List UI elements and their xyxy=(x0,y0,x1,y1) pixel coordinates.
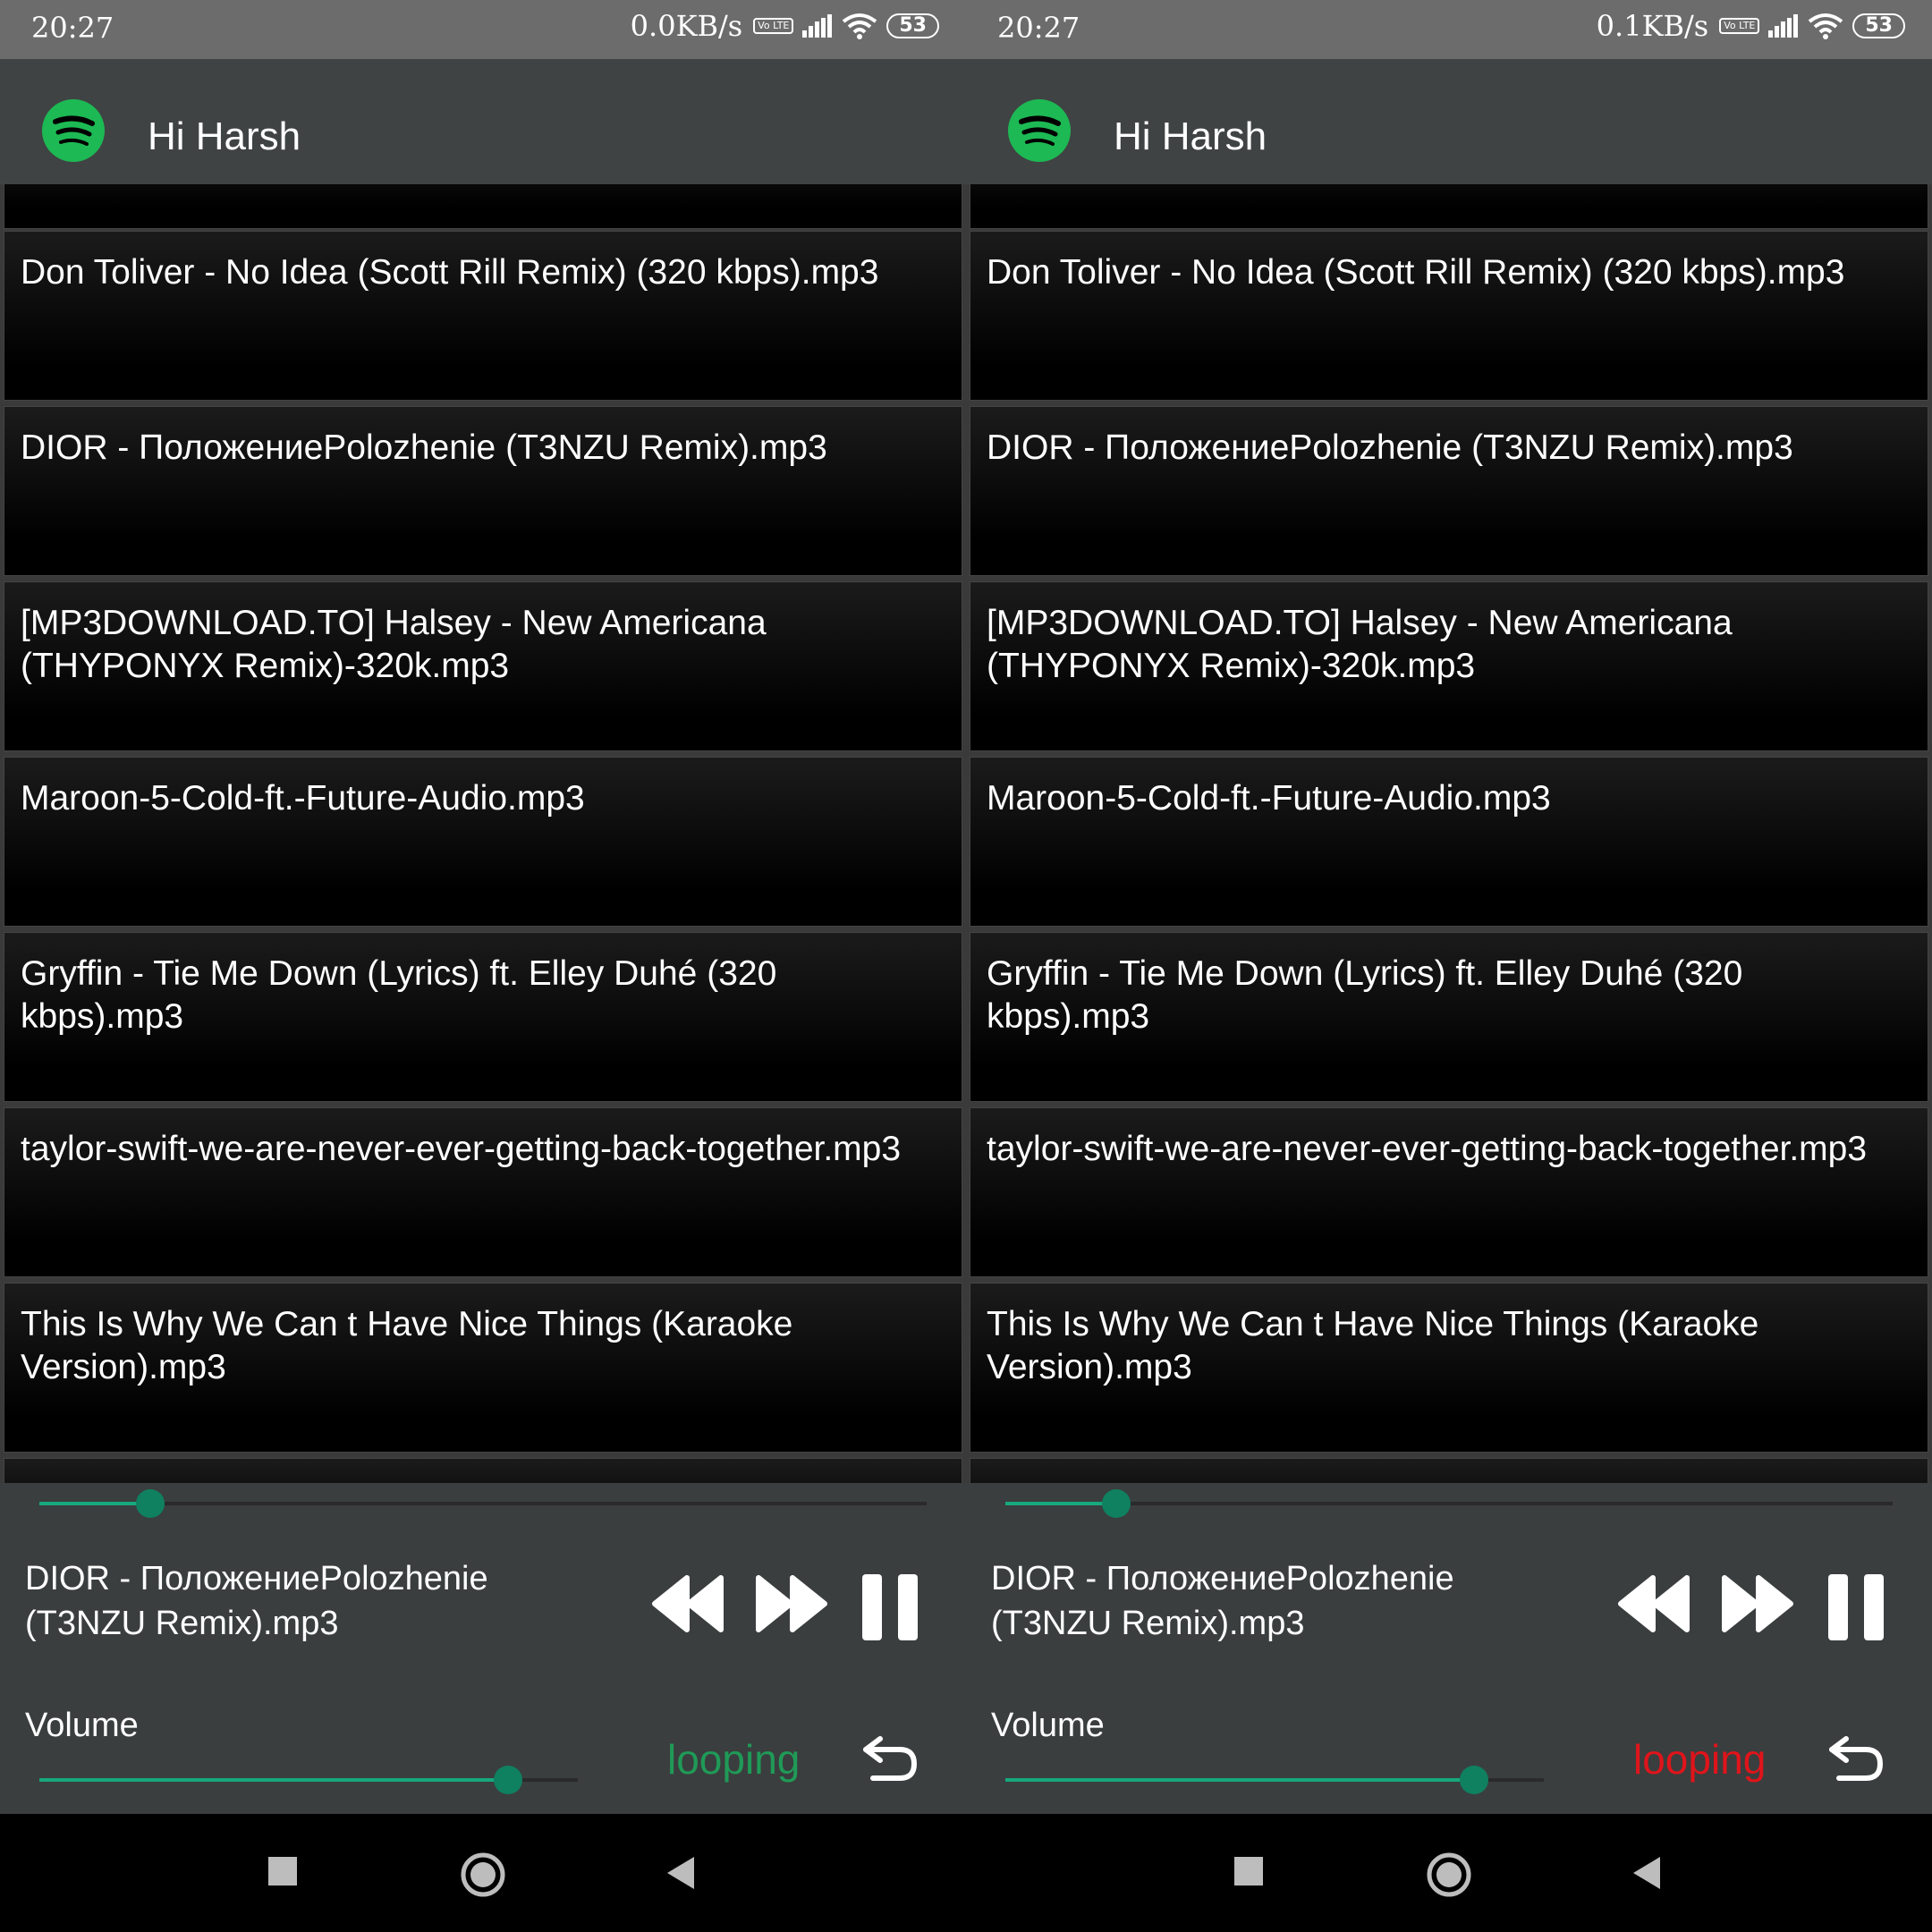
rewind-icon[interactable] xyxy=(649,1572,726,1635)
now-playing-title: DIOR - ПоложениеPolozhenie (T3NZU Remix)… xyxy=(991,1560,1454,1642)
song-item[interactable]: DIOR - ПоложениеPolozhenie (T3NZU Remix)… xyxy=(4,406,962,576)
song-item[interactable] xyxy=(970,184,1928,229)
song-title: DIOR - ПоложениеPolozhenie (T3NZU Remix)… xyxy=(987,428,1793,467)
volte-icon: Vo LTE xyxy=(1719,18,1760,34)
app-bar: Hi Harsh xyxy=(966,59,1932,184)
seek-bar[interactable] xyxy=(39,1489,927,1518)
song-item[interactable]: taylor-swift-we-are-never-ever-getting-b… xyxy=(4,1107,962,1277)
loop-icon[interactable] xyxy=(860,1732,919,1785)
status-bar: 20:27 0.1KB/s Vo LTE 53 xyxy=(966,0,1932,59)
song-item[interactable]: Maroon-5-Cold-ft.-Future-Audio.mp3 xyxy=(4,757,962,927)
pause-icon[interactable] xyxy=(1826,1574,1885,1640)
song-item[interactable] xyxy=(970,1458,1928,1483)
song-title: Gryffin - Tie Me Down (Lyrics) ft. Elley… xyxy=(987,954,1743,1036)
nav-home-icon[interactable] xyxy=(1426,1852,1472,1898)
battery-indicator: 53 xyxy=(886,13,939,38)
seek-thumb[interactable] xyxy=(1102,1489,1131,1518)
song-item[interactable]: Gryffin - Tie Me Down (Lyrics) ft. Elley… xyxy=(970,932,1928,1102)
song-item[interactable]: Maroon-5-Cold-ft.-Future-Audio.mp3 xyxy=(970,757,1928,927)
song-item[interactable]: Gryffin - Tie Me Down (Lyrics) ft. Elley… xyxy=(4,932,962,1102)
song-title: Gryffin - Tie Me Down (Lyrics) ft. Elley… xyxy=(21,954,777,1036)
status-icons: 0.0KB/s Vo LTE 53 xyxy=(631,9,939,43)
spotify-logo-icon xyxy=(1008,99,1071,162)
nav-square-icon[interactable] xyxy=(1233,1855,1265,1887)
seek-progress xyxy=(39,1502,150,1505)
app-title: Hi Harsh xyxy=(1114,114,1267,158)
song-title: [MP3DOWNLOAD.TO] Halsey - New Americana … xyxy=(21,604,767,685)
song-title: Maroon-5-Cold-ft.-Future-Audio.mp3 xyxy=(21,779,585,818)
looping-label[interactable]: looping xyxy=(1633,1735,1766,1784)
volume-label: Volume xyxy=(25,1707,139,1744)
status-bar: 20:27 0.0KB/s Vo LTE 53 xyxy=(0,0,966,59)
song-title: DIOR - ПоложениеPolozhenie (T3NZU Remix)… xyxy=(21,428,827,467)
screen-right: 20:27 0.1KB/s Vo LTE 53 Hi Harsh Don Tol… xyxy=(966,0,1932,1932)
volume-thumb[interactable] xyxy=(1459,1766,1488,1794)
network-speed: 0.1KB/s xyxy=(1596,9,1709,43)
screen-left: 20:27 0.0KB/s Vo LTE 53 Hi Harsh Don Tol… xyxy=(0,0,966,1932)
volume-slider[interactable] xyxy=(1005,1766,1544,1794)
nav-square-icon[interactable] xyxy=(267,1855,299,1887)
player-panel: DIOR - ПоложениеPolozhenie (T3NZU Remix)… xyxy=(966,1483,1932,1814)
song-item[interactable]: taylor-swift-we-are-never-ever-getting-b… xyxy=(970,1107,1928,1277)
network-speed: 0.0KB/s xyxy=(630,9,743,43)
seek-bar[interactable] xyxy=(1005,1489,1893,1518)
volume-slider[interactable] xyxy=(39,1766,578,1794)
rewind-icon[interactable] xyxy=(1615,1572,1692,1635)
wifi-icon xyxy=(1809,13,1843,39)
song-title: Maroon-5-Cold-ft.-Future-Audio.mp3 xyxy=(987,779,1551,818)
song-title: taylor-swift-we-are-never-ever-getting-b… xyxy=(21,1130,902,1168)
app-bar: Hi Harsh xyxy=(0,59,966,184)
song-item[interactable] xyxy=(4,1458,962,1483)
now-playing-title: DIOR - ПоложениеPolozhenie (T3NZU Remix)… xyxy=(25,1560,488,1642)
song-item[interactable]: Don Toliver - No Idea (Scott Rill Remix)… xyxy=(4,231,962,401)
wifi-icon xyxy=(843,13,877,39)
song-title: taylor-swift-we-are-never-ever-getting-b… xyxy=(987,1130,1868,1168)
nav-back-icon[interactable] xyxy=(664,1855,696,1891)
signal-icon xyxy=(802,14,833,38)
volume-progress xyxy=(1005,1778,1474,1782)
signal-icon xyxy=(1768,14,1799,38)
pause-icon[interactable] xyxy=(860,1574,919,1640)
navigation-bar xyxy=(966,1814,1932,1932)
loop-icon[interactable] xyxy=(1826,1732,1885,1785)
player-panel: DIOR - ПоложениеPolozhenie (T3NZU Remix)… xyxy=(0,1483,966,1814)
battery-indicator: 53 xyxy=(1852,13,1905,38)
song-item[interactable]: [MP3DOWNLOAD.TO] Halsey - New Americana … xyxy=(4,581,962,751)
song-title: This Is Why We Can t Have Nice Things (K… xyxy=(21,1305,793,1386)
seek-thumb[interactable] xyxy=(136,1489,165,1518)
volte-icon: Vo LTE xyxy=(753,18,794,34)
song-item[interactable]: This Is Why We Can t Have Nice Things (K… xyxy=(4,1283,962,1453)
song-title: This Is Why We Can t Have Nice Things (K… xyxy=(987,1305,1759,1386)
nav-home-icon[interactable] xyxy=(460,1852,506,1898)
status-time: 20:27 xyxy=(31,11,114,45)
navigation-bar xyxy=(0,1814,966,1932)
app-title: Hi Harsh xyxy=(148,114,301,158)
volume-progress xyxy=(39,1778,508,1782)
song-list[interactable]: Don Toliver - No Idea (Scott Rill Remix)… xyxy=(0,184,966,1483)
song-list[interactable]: Don Toliver - No Idea (Scott Rill Remix)… xyxy=(966,184,1932,1483)
seek-progress xyxy=(1005,1502,1116,1505)
song-item[interactable]: [MP3DOWNLOAD.TO] Halsey - New Americana … xyxy=(970,581,1928,751)
volume-label: Volume xyxy=(991,1707,1105,1744)
spotify-logo-icon xyxy=(42,99,105,162)
song-title: [MP3DOWNLOAD.TO] Halsey - New Americana … xyxy=(987,604,1733,685)
song-item[interactable]: This Is Why We Can t Have Nice Things (K… xyxy=(970,1283,1928,1453)
status-time: 20:27 xyxy=(997,11,1080,45)
status-icons: 0.1KB/s Vo LTE 53 xyxy=(1597,9,1905,43)
fast-forward-icon[interactable] xyxy=(1719,1572,1796,1635)
song-item[interactable]: DIOR - ПоложениеPolozhenie (T3NZU Remix)… xyxy=(970,406,1928,576)
song-title: Don Toliver - No Idea (Scott Rill Remix)… xyxy=(21,253,879,292)
song-title: Don Toliver - No Idea (Scott Rill Remix)… xyxy=(987,253,1845,292)
nav-back-icon[interactable] xyxy=(1630,1855,1662,1891)
song-item[interactable]: Don Toliver - No Idea (Scott Rill Remix)… xyxy=(970,231,1928,401)
song-item[interactable] xyxy=(4,184,962,229)
looping-label[interactable]: looping xyxy=(667,1735,800,1784)
fast-forward-icon[interactable] xyxy=(753,1572,830,1635)
volume-thumb[interactable] xyxy=(493,1766,522,1794)
